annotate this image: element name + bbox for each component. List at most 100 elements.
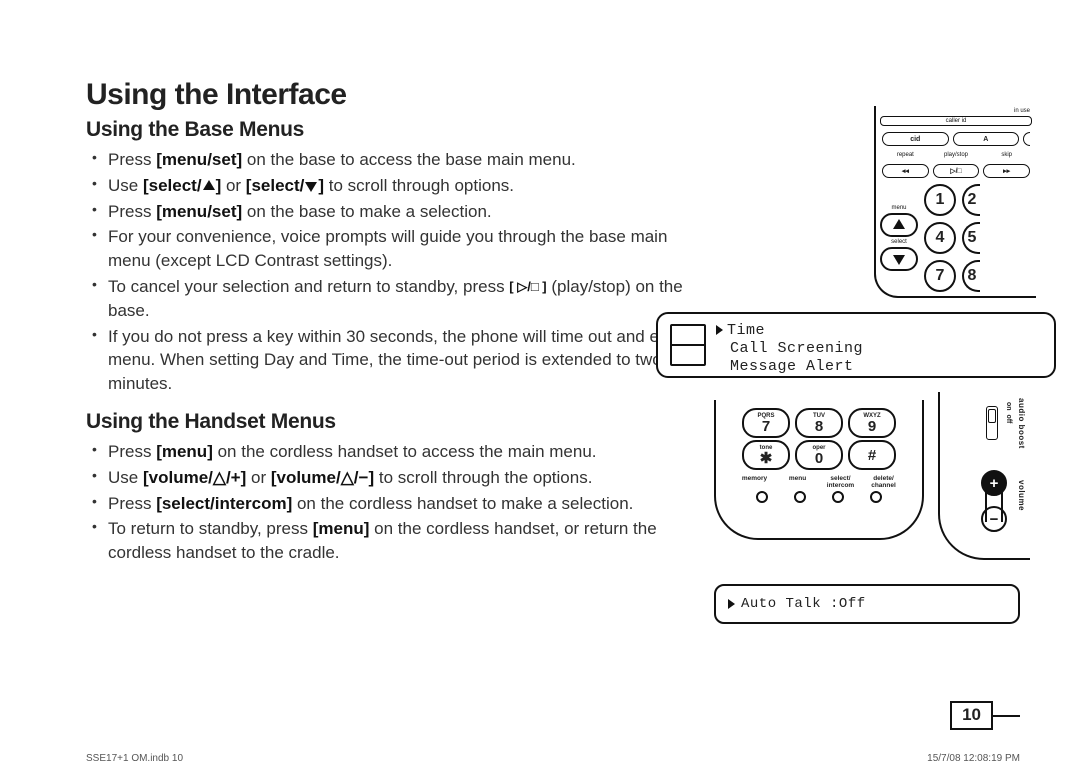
text: off (1005, 414, 1012, 423)
key-9: WXYZ9 (848, 408, 896, 438)
fn-select-intercom: select/ intercom (824, 476, 858, 489)
lcd-line: Message Alert (716, 358, 1044, 376)
page-number-ornament: 10 (950, 701, 1020, 730)
cid-button: cid (882, 132, 949, 146)
key-digit: # (868, 448, 876, 463)
speaker-button: 🔊 (880, 296, 918, 298)
select-down-button (880, 247, 918, 271)
base-lcd-screen: Time Call Screening Message Alert (656, 312, 1056, 378)
fn-delete-channel: delete/ channel (867, 476, 901, 489)
text: on (1005, 402, 1012, 411)
fn-button (756, 491, 768, 503)
text: Press (108, 202, 156, 221)
handset-bullet: Press [menu] on the cordless handset to … (108, 440, 706, 464)
volume-up-icon: + (981, 470, 1007, 496)
key-label: [volume/△/−] (271, 468, 374, 487)
document-page: Using the Interface Using the Base Menus… (0, 0, 1080, 782)
indicator-label: in use (876, 108, 1030, 114)
base-bullet: Press [menu/set] on the base to access t… (108, 148, 706, 172)
play-stop-button: ▷/□ (933, 164, 980, 178)
base-bullet: If you do not press a key within 30 seco… (108, 325, 706, 396)
text: Time (727, 322, 765, 339)
triangle-down-icon (893, 255, 905, 265)
handset-lcd-screen: Auto Talk :Off (714, 584, 1020, 624)
select-label: select (880, 239, 918, 245)
handset-bullet: Use [volume/△/+] or [volume/△/−] to scro… (108, 466, 706, 490)
text: Press (108, 442, 156, 461)
fn-button-row (730, 491, 908, 503)
keypad-row: PQRS7 TUV8 WXYZ9 (742, 408, 896, 438)
ffwd-button: ▸▸ (983, 164, 1030, 178)
triangle-down-icon (305, 182, 317, 192)
illustration-column: in use caller id cid A repeat play/stop … (706, 118, 1020, 638)
key-hash: # (848, 440, 896, 470)
fn-button (832, 491, 844, 503)
section-heading-base: Using the Base Menus (86, 118, 706, 142)
key-digit: 0 (815, 451, 823, 466)
fn-button (870, 491, 882, 503)
triangle-up-icon (203, 180, 215, 190)
content-row: Using the Base Menus Press [menu/set] on… (86, 118, 1020, 638)
caller-id-label: caller id (881, 118, 1031, 124)
handset-illustration: PQRS7 TUV8 WXYZ9 tone✱ oper0 # memory me… (714, 400, 1036, 580)
key-7: PQRS7 (742, 408, 790, 438)
key-8: TUV8 (795, 408, 843, 438)
play-stop-icon: [ ▷/□ ] (509, 278, 546, 296)
fn-memory: memory (738, 476, 772, 489)
lcd-line: Time (716, 322, 1044, 340)
digit-5-key: 5 (962, 222, 980, 254)
text: [select/ (143, 176, 202, 195)
repeat-label: repeat (880, 152, 931, 158)
lcd-line: Call Screening (716, 340, 1044, 358)
key-0: oper0 (795, 440, 843, 470)
fn-label-row: memory menu select/ intercom delete/ cha… (730, 476, 908, 489)
cursor-icon (728, 599, 735, 609)
key-digit: 8 (815, 419, 823, 434)
menu-up-button (880, 213, 918, 237)
text: or (246, 468, 271, 487)
text: Press (108, 150, 156, 169)
boost-switch (986, 406, 998, 440)
text: on the base to access the base main menu… (242, 150, 576, 169)
volume-down-icon: − (981, 506, 1007, 532)
key-label: [menu/set] (156, 202, 242, 221)
text: on the cordless handset to make a select… (292, 494, 633, 513)
handset-body: PQRS7 TUV8 WXYZ9 tone✱ oper0 # memory me… (714, 400, 924, 540)
text: to scroll through options. (324, 176, 514, 195)
text: [select/ (246, 176, 305, 195)
footer-left: SSE17+1 OM.indb 10 (86, 753, 183, 764)
digit-8-key: 8 (962, 260, 980, 292)
menu-label: menu (880, 205, 918, 211)
volume-rocker: + − (982, 470, 1006, 532)
skip-label: skip (981, 152, 1032, 158)
key-label: [volume/△/+] (143, 468, 246, 487)
key-label: [menu] (156, 442, 213, 461)
key-label: [select/intercom] (156, 494, 292, 513)
text: Use (108, 176, 143, 195)
base-bullet: To cancel your selection and return to s… (108, 275, 706, 323)
page-number: 10 (950, 701, 993, 730)
audio-boost-label: audio boost (1017, 398, 1026, 449)
rewind-button: ◂◂ (882, 164, 929, 178)
text-column: Using the Base Menus Press [menu/set] on… (86, 118, 706, 579)
lcd-text: Auto Talk :Off (741, 596, 866, 612)
triangle-up-icon (893, 219, 905, 229)
key-label: [select/] (246, 176, 324, 195)
fn-menu: menu (781, 476, 815, 489)
text: to scroll through the options. (374, 468, 592, 487)
text: or (221, 176, 246, 195)
footer-right: 15/7/08 12:08:19 PM (927, 753, 1020, 764)
key-digit: ✱ (760, 451, 773, 466)
key-label: [menu] (313, 519, 370, 538)
text: on the base to make a selection. (242, 202, 492, 221)
ornament-line (993, 715, 1020, 717)
key-label: [select/] (143, 176, 221, 195)
on-off-label: on off (1005, 402, 1012, 423)
text: To cancel your selection and return to s… (108, 277, 509, 296)
a-button: A (953, 132, 1020, 146)
base-bullet-list: Press [menu/set] on the base to access t… (86, 148, 706, 396)
base-bullet: Press [menu/set] on the base to make a s… (108, 200, 706, 224)
text: Use (108, 468, 143, 487)
base-bullet: For your convenience, voice prompts will… (108, 225, 706, 273)
section-heading-handset: Using the Handset Menus (86, 410, 706, 434)
